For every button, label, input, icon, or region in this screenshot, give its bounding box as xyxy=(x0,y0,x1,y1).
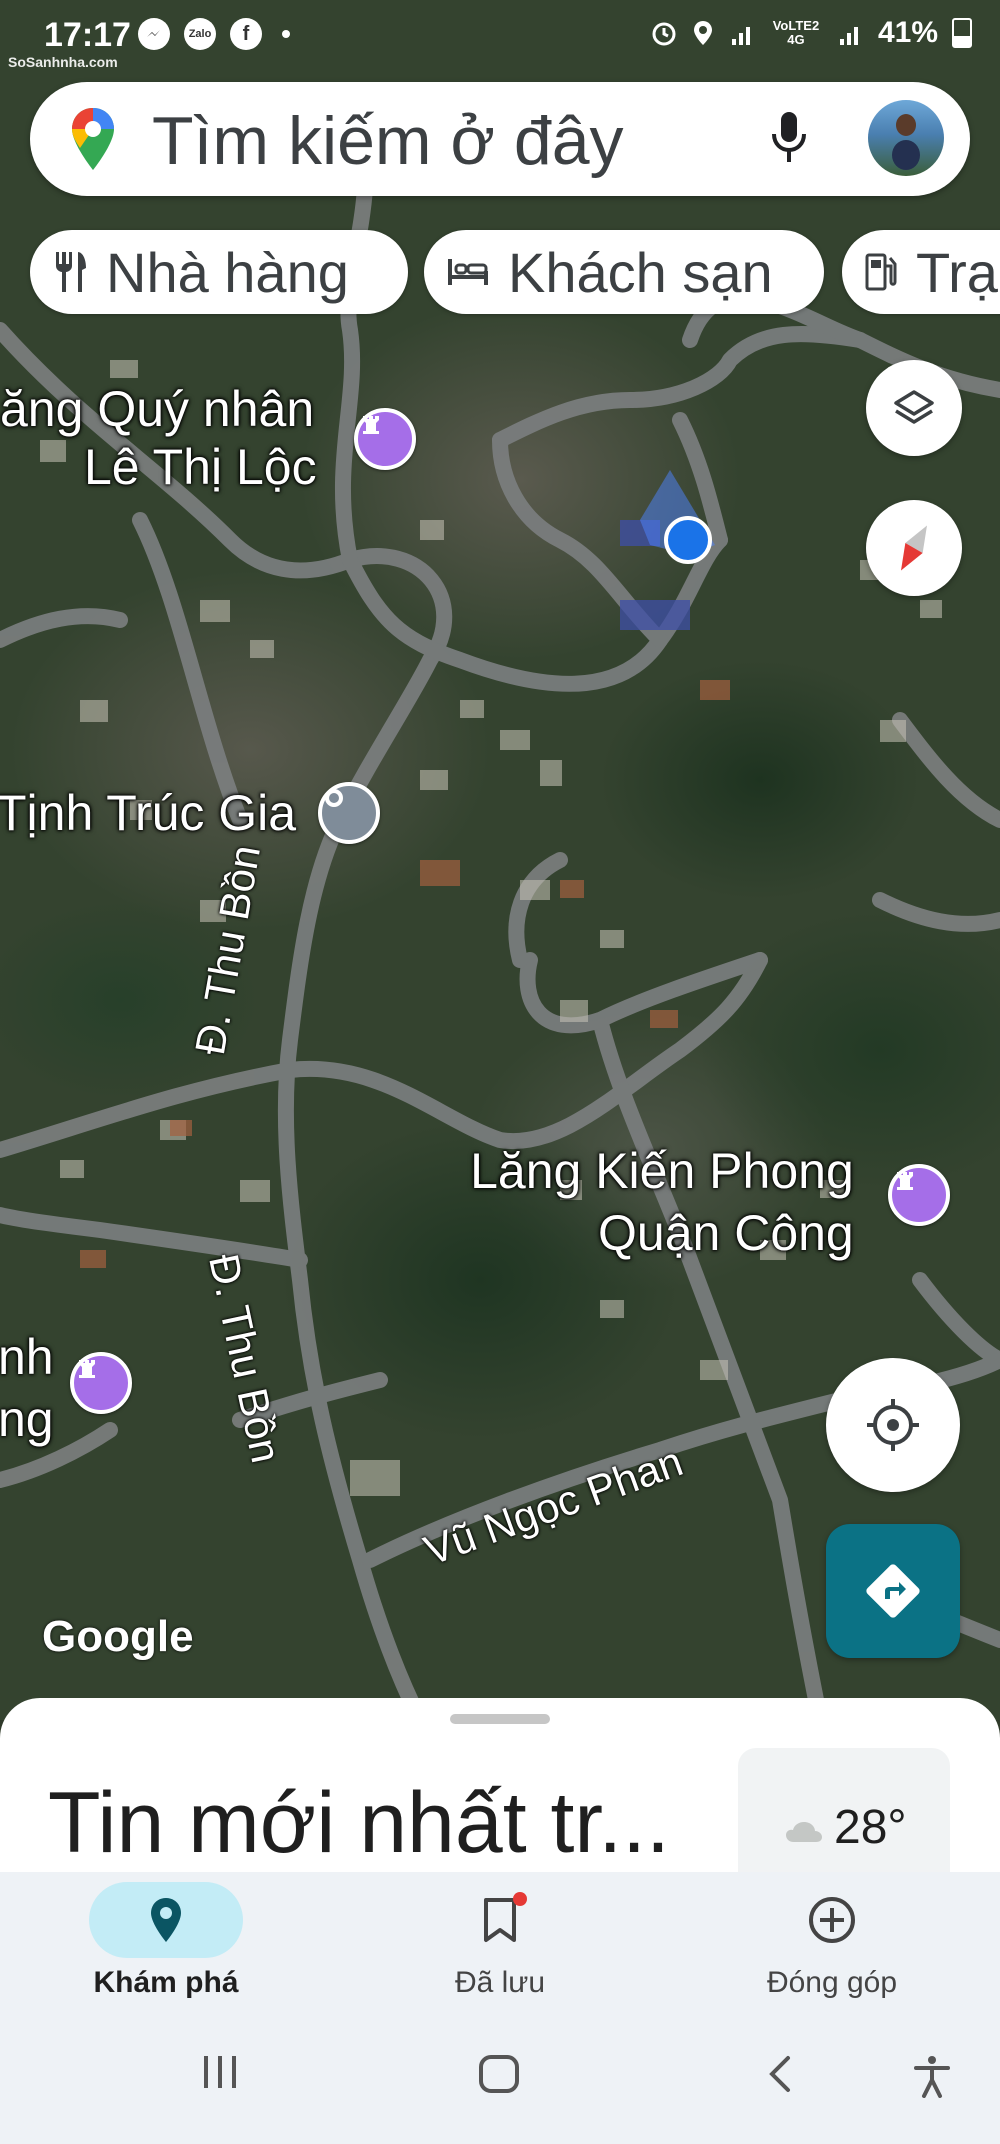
search-bar[interactable]: Tìm kiếm ở đây xyxy=(30,82,970,196)
my-location-button[interactable] xyxy=(826,1358,960,1492)
search-placeholder[interactable]: Tìm kiếm ở đây xyxy=(152,102,624,180)
nav-saved-label: Đã lưu xyxy=(454,1966,546,1999)
place-label-le-thi-loc[interactable]: ăng Quý nhân Lê Thị Lộc xyxy=(0,380,317,496)
add-circle-icon xyxy=(809,1897,855,1943)
google-maps-pin-icon xyxy=(70,106,116,177)
monument-poi-icon[interactable] xyxy=(70,1352,132,1414)
monument-poi-icon[interactable] xyxy=(888,1164,950,1226)
my-location-dot xyxy=(664,516,712,564)
cloud-icon xyxy=(784,1820,824,1849)
category-chips: Nhà hàng Khách sạn Trạ xyxy=(30,230,1000,314)
location-status-icon xyxy=(693,21,712,45)
home-button[interactable] xyxy=(478,2054,520,2099)
directions-icon xyxy=(866,1564,920,1618)
battery-percent: 41% xyxy=(877,16,938,49)
monument-poi-icon[interactable] xyxy=(354,408,416,470)
account-avatar[interactable] xyxy=(868,100,944,176)
nav-saved-pill xyxy=(423,1882,577,1958)
accessibility-button[interactable] xyxy=(912,2054,952,2103)
nav-explore-pill xyxy=(89,1882,243,1958)
nav-explore-label: Khám phá xyxy=(93,1966,239,1999)
accessibility-icon xyxy=(914,2056,950,2098)
signal-icon xyxy=(731,27,750,45)
place-label-partial[interactable]: nh ng xyxy=(0,1326,54,1450)
place-label-lang-kien-phong[interactable]: Lăng Kiến Phong Quận Công xyxy=(450,1140,854,1264)
battery-icon xyxy=(952,18,972,48)
place-pin-icon[interactable] xyxy=(318,782,380,844)
alarm-icon xyxy=(652,22,676,46)
back-button[interactable] xyxy=(764,2054,794,2099)
bookmark-icon xyxy=(484,1898,516,1942)
google-attribution: Google xyxy=(42,1612,194,1661)
weather-temperature: 28° xyxy=(834,1801,907,1854)
hotel-icon xyxy=(446,257,490,287)
crosshair-icon xyxy=(867,1399,919,1451)
layers-icon xyxy=(894,390,934,424)
nav-contribute-pill xyxy=(755,1882,909,1958)
nav-contribute-label: Đóng góp xyxy=(766,1966,898,1999)
bottom-sheet[interactable]: Tin mới nhất tr... 28° xyxy=(0,1698,1000,1898)
microphone-icon[interactable] xyxy=(770,110,808,173)
recent-apps-button[interactable] xyxy=(200,2054,240,2095)
zalo-icon: Zalo xyxy=(184,18,216,50)
place-label-tinh-truc-gia[interactable]: Tịnh Trúc Gia xyxy=(0,784,296,842)
sheet-drag-handle[interactable] xyxy=(450,1714,550,1724)
compass-button[interactable] xyxy=(866,500,962,596)
explore-pin-icon xyxy=(151,1898,181,1942)
network-type: VoLTE2 4G xyxy=(772,18,820,47)
more-notifications-dot xyxy=(282,30,290,38)
sheet-title[interactable]: Tin mới nhất tr... xyxy=(48,1774,670,1873)
chip-gas-stations[interactable]: Trạ xyxy=(842,230,1000,314)
system-navigation-bar xyxy=(0,2010,1000,2144)
bottom-navigation: Khám phá Đã lưu Đóng góp xyxy=(0,1872,1000,2010)
nav-saved[interactable]: Đã lưu xyxy=(380,1882,620,2000)
status-time: 17:17 xyxy=(44,16,131,54)
compass-icon xyxy=(901,525,927,571)
notification-dot xyxy=(513,1892,527,1906)
layers-button[interactable] xyxy=(866,360,962,456)
restaurant-icon xyxy=(52,250,88,294)
chip-restaurants[interactable]: Nhà hàng xyxy=(30,230,408,314)
messenger-icon xyxy=(138,18,170,50)
watermark: SoSanhnha.com xyxy=(8,54,118,70)
gas-station-icon xyxy=(864,252,898,292)
directions-button[interactable] xyxy=(826,1524,960,1658)
nav-contribute[interactable]: Đóng góp xyxy=(712,1882,952,2000)
signal-icon xyxy=(839,27,858,45)
facebook-icon: f xyxy=(230,18,262,50)
status-right: VoLTE2 4G 41% xyxy=(650,16,972,50)
recent-apps-icon xyxy=(204,2056,236,2088)
home-icon xyxy=(479,2055,519,2093)
nav-explore[interactable]: Khám phá xyxy=(46,1882,286,2000)
notification-icons: Zalo f xyxy=(138,18,290,50)
status-bar: 17:17 Zalo f VoLTE2 4G 41% xyxy=(0,0,1000,70)
back-icon xyxy=(769,2056,790,2092)
chip-hotels[interactable]: Khách sạn xyxy=(424,230,824,314)
